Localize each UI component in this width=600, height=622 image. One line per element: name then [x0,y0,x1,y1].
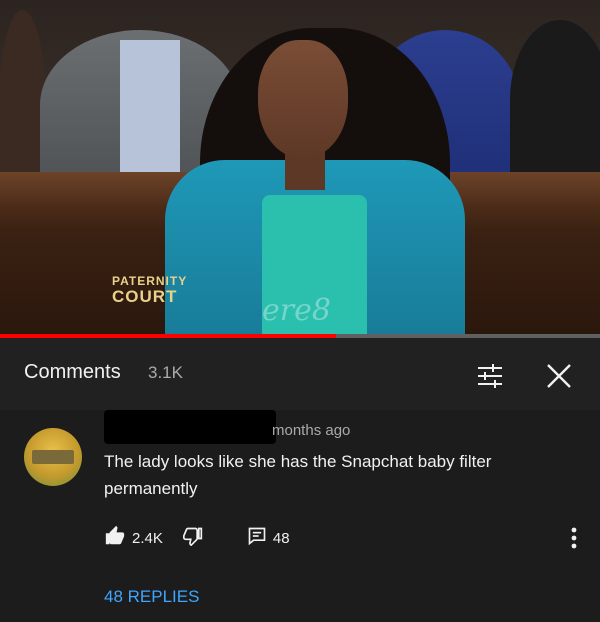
thumbs-down-icon[interactable] [182,526,203,551]
reply-count: 48 [272,529,290,547]
view-replies-link[interactable]: 48 REPLIES [104,587,199,607]
watermark: ere8 [262,293,331,328]
comment-timestamp: months ago [272,422,351,439]
audience-member [0,10,45,180]
woman-face [258,40,348,158]
show-logo-line1: PATERNITY [112,274,188,288]
audience-shirt [120,40,180,175]
show-logo: PATERNITY COURT [112,274,187,307]
comments-header: Comments 3.1K [0,338,600,410]
comment-actions: 2.4K 48 [104,525,290,552]
more-vert-icon[interactable] [560,524,588,552]
like-count: 2.4K [132,529,163,547]
audience-member [510,20,600,180]
comments-title: Comments [24,361,121,383]
comment-text: The lady looks like she has the Snapchat… [104,452,492,498]
close-icon[interactable] [541,358,577,394]
redacted-username [104,410,276,444]
avatar-badge [32,450,74,464]
video-player[interactable]: PATERNITY COURT ere8 [0,0,600,338]
comments-count: 3.1K [148,363,183,382]
reply-icon[interactable] [247,526,267,551]
thumbs-up-icon[interactable] [104,525,126,552]
comment: months ago The lady looks like she has t… [0,410,600,622]
show-logo-line2: COURT [112,287,178,306]
sort-filter-icon[interactable] [472,358,508,394]
avatar[interactable] [24,428,82,486]
